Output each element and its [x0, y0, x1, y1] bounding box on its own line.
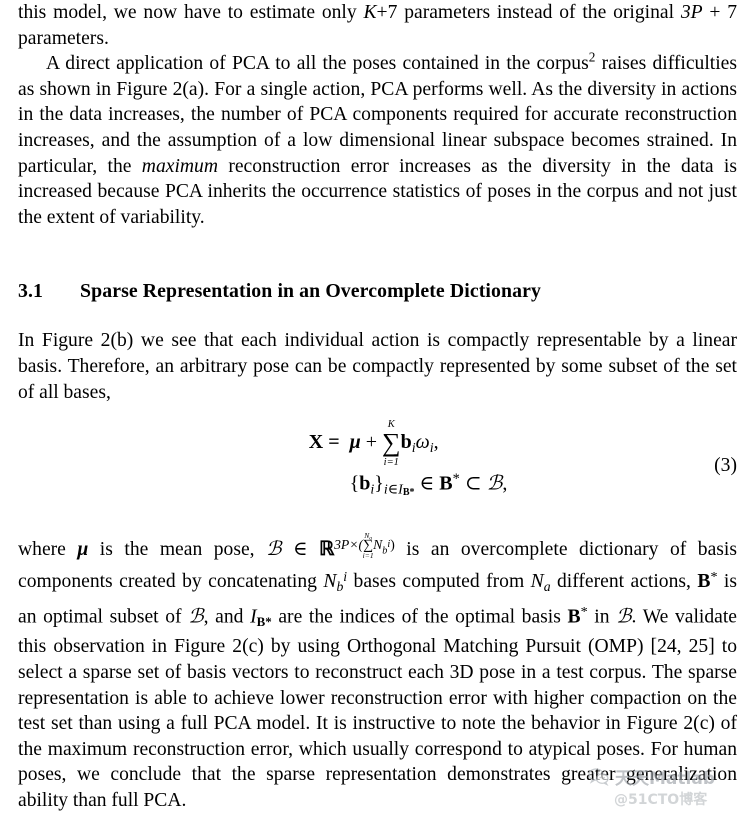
eq2-index-Bstar: B*: [402, 487, 415, 498]
equation-block-3: X = μ + ∑ Ki=1 biωi, {bi}i∈IB* ∈ B* ⊂ ℬ, (3…: [18, 419, 737, 508]
p4-exp-base: 3P×(: [334, 537, 364, 552]
p4-sum-lower: i=1: [362, 551, 374, 561]
section-title: Sparse Representation in an Overcomplete…: [80, 280, 541, 303]
p3-text: In Figure 2(b) we see that each individu…: [18, 330, 737, 403]
p4-exp-N: N: [373, 537, 383, 552]
eq-plus: +: [360, 431, 383, 454]
p4-Nbi: N: [323, 571, 337, 593]
p4-text-j: . We validate this observation in Figure…: [18, 606, 737, 811]
paragraph-sparse-intro: In Figure 2(b) we see that each individu…: [18, 328, 737, 405]
p1-math-3P: 3P: [680, 2, 703, 23]
p1-math-K: K: [363, 2, 377, 23]
p4-Bstar-2: B: [567, 606, 581, 628]
sum-upper-limit: K: [387, 419, 395, 431]
eq2-b-vector: b: [359, 472, 371, 495]
eq-b-vector: b: [400, 431, 412, 454]
equation-line-2: {bi}i∈IB* ∈ B* ⊂ ℬ,: [248, 464, 508, 508]
p4-Bcal: ℬ: [266, 537, 282, 561]
p4-Bcal-3: ℬ: [616, 604, 632, 628]
equation-rhs-2: {bi}i∈IB* ∈ B* ⊂ ℬ,: [350, 464, 508, 508]
eq-brace-open: {: [349, 472, 360, 495]
p4-real-numbers: ℝ: [319, 539, 335, 561]
equation-number: (3): [714, 455, 737, 477]
equation-grid: X = μ + ∑ Ki=1 biωi, {bi}i∈IB* ∈ B* ⊂ ℬ,: [248, 419, 508, 508]
paragraph-pca-difficulties: A direct application of PCA to all the p…: [18, 50, 737, 230]
p1-text-b: parameters instead of the original: [397, 2, 681, 23]
p4-Bcal-2: ℬ: [188, 604, 204, 628]
p4-sum-upper-sub: a: [369, 535, 373, 542]
p1-math-plus7: +7: [376, 2, 398, 23]
p4-text-h: are the indices of the optimal basis: [271, 606, 568, 628]
spacer-after-equation: [18, 508, 737, 532]
p1-text-c: parameters.: [18, 27, 109, 49]
paper-page: this model, we now have to estimate only…: [18, 0, 737, 816]
equation-lhs-X: X =: [308, 431, 340, 454]
eq-mu: μ: [349, 431, 361, 454]
summation-operator: ∑ Ki=1: [382, 419, 401, 467]
spacer-after-section: [18, 304, 737, 328]
equation-rhs-1: μ + ∑ Ki=1 biωi,: [349, 419, 439, 467]
eq2-Bstar-asterisk: *: [452, 471, 460, 488]
spacer-before-equation: [18, 405, 737, 427]
p4-element-of: ∈: [281, 539, 320, 561]
p4-sum-upper: Na: [364, 532, 373, 542]
p4-I-sub-Bstar: B*: [256, 613, 272, 629]
section-number: 3.1: [18, 280, 44, 303]
equation-body: X = μ + ∑ Ki=1 biωi, {bi}i∈IB* ∈ B* ⊂ ℬ,: [18, 419, 737, 508]
p4-text-e: different actions,: [550, 571, 698, 593]
eq-comma-1: ,: [433, 431, 439, 454]
p4-Na-sub: a: [543, 579, 551, 595]
p4-text-a: where: [18, 539, 78, 561]
p1-math-plus7b: + 7: [702, 2, 738, 23]
eq2-subset: ⊂: [459, 472, 487, 495]
p1-text-a: this model, we now have to estimate only: [18, 2, 364, 23]
p4-summation-operator: ∑ Na i=1: [363, 532, 374, 560]
p4-Na: N: [530, 571, 544, 593]
eq2-index-i-in: i∈: [383, 482, 399, 498]
p4-text-g: , and: [203, 606, 251, 628]
p4-mu: μ: [77, 539, 89, 561]
section-heading: 3.1 Sparse Representation in an Overcompl…: [18, 278, 737, 304]
eq2-element-of: ∈: [414, 472, 440, 495]
p2-emphasis-maximum: maximum: [141, 155, 218, 177]
eq2-Bcal: ℬ: [486, 470, 503, 495]
eq-omega: ω: [415, 431, 430, 454]
eq2-Bstar: B: [439, 472, 453, 495]
equation-line-1: X = μ + ∑ Ki=1 biωi,: [248, 419, 508, 467]
p4-Bstar: B: [697, 571, 711, 593]
p2-text-a: A direct application of PCA to all the p…: [46, 53, 589, 75]
p4-Bstar-asterisk: *: [710, 569, 718, 586]
spacer-before-section: [18, 230, 737, 278]
sum-lower-limit: i=1: [383, 456, 399, 468]
p4-Bstar-2-asterisk: *: [580, 603, 588, 620]
eq-comma-2: ,: [502, 472, 508, 495]
paragraph-where-definitions: where μ is the mean pose, ℬ ∈ ℝ3P×(∑ Na i=…: [18, 532, 737, 814]
paragraph-continuation: this model, we now have to estimate only…: [18, 0, 737, 51]
p4-text-b: is the mean pose,: [88, 539, 267, 561]
eq-brace-close: }: [374, 472, 384, 495]
sigma-glyph: ∑: [382, 428, 401, 458]
p4-text-i: in: [587, 606, 617, 628]
p4-text-d: bases computed from: [347, 571, 531, 593]
